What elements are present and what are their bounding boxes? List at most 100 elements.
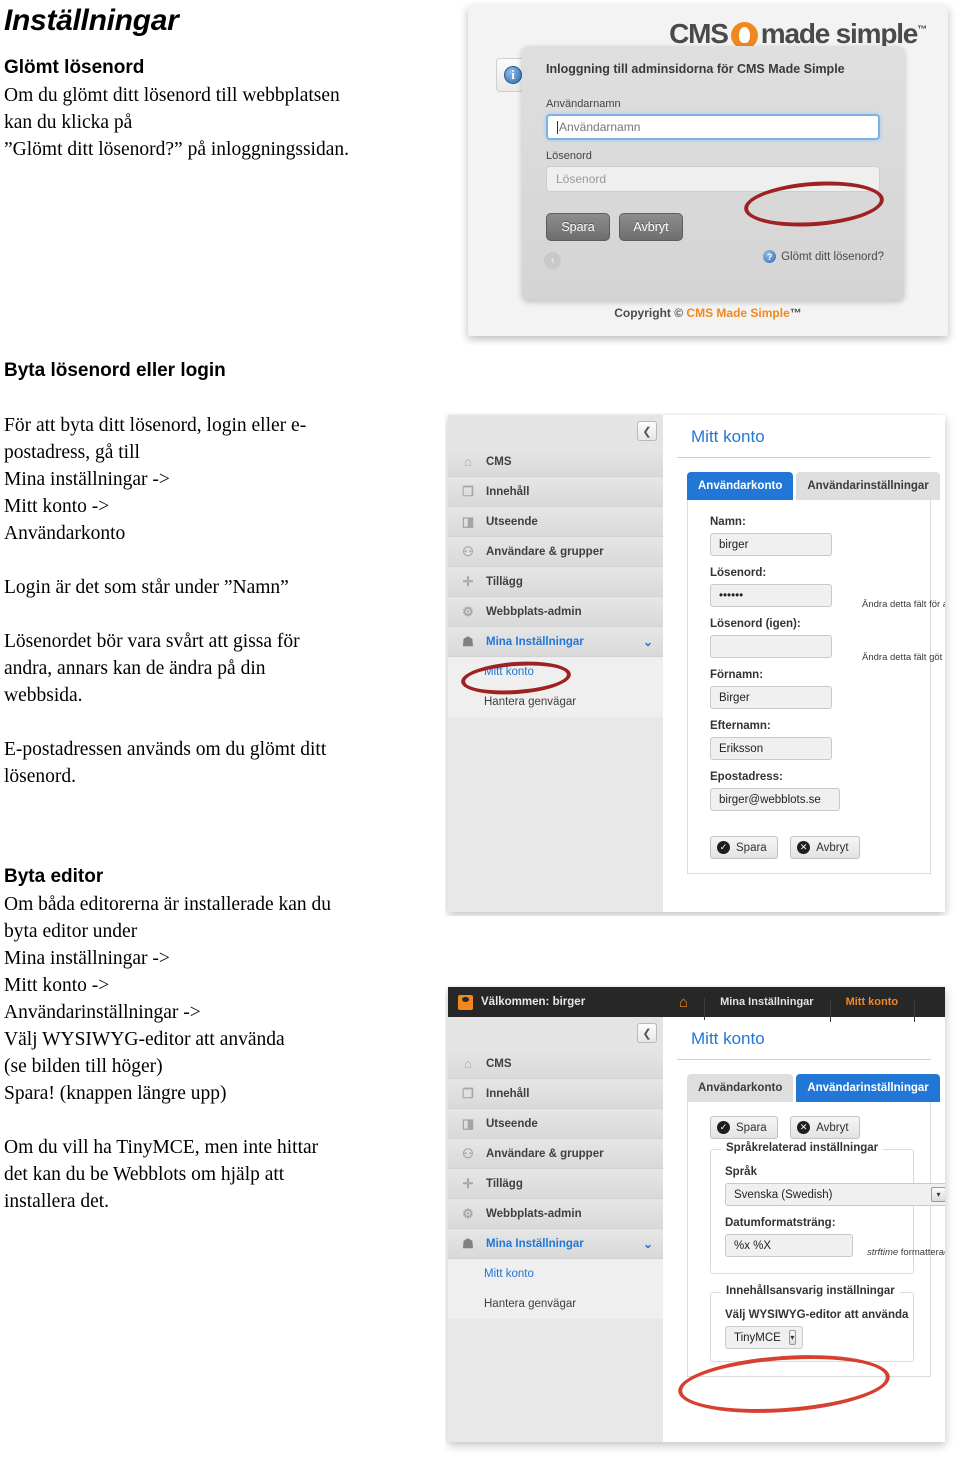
save-button[interactable]: Spara	[546, 213, 610, 241]
copyright-brand: CMS Made Simple	[686, 306, 790, 320]
sidebar-item-label: Innehåll	[486, 485, 530, 498]
sidebar-item-webbplats-admin[interactable]: ⚙ Webbplats-admin	[448, 1199, 663, 1229]
sidebar-item-anvandare-grupper[interactable]: ⚇ Användare & grupper	[448, 537, 663, 567]
sidebar-item-utseende[interactable]: ◨ Utseende	[448, 1109, 663, 1139]
username-placeholder-text: Användarnamn	[559, 120, 641, 134]
sidebar-item-cms[interactable]: ⌂ CMS	[448, 1049, 663, 1079]
sidebar-item-utseende[interactable]: ◨ Utseende	[448, 507, 663, 537]
epostadress-input[interactable]: birger@webblots.se	[710, 788, 840, 811]
section-body-byta-losenord-p4: E-postadressen används om du glömt ditt …	[0, 736, 450, 790]
sidebar-item-label: Utseende	[486, 515, 538, 528]
sidebar-item-label: CMS	[486, 1057, 512, 1070]
tab-bar: Användarkonto Användarinställningar	[663, 458, 945, 500]
chevron-down-icon: ⌄	[642, 1236, 653, 1251]
password-label: Lösenord	[546, 150, 592, 162]
logo-text-cms: CMS	[669, 18, 729, 49]
breadcrumb-mitt-konto[interactable]: Mitt konto	[830, 996, 915, 1022]
cancel-button[interactable]: ✕ Avbryt	[790, 1116, 860, 1139]
language-select[interactable]: Svenska (Swedish) ▾	[725, 1183, 945, 1206]
losenord-input[interactable]: ••••••	[710, 584, 832, 607]
wysiwyg-select[interactable]: TinyMCE ▾	[725, 1326, 803, 1349]
language-select-value: Svenska (Swedish)	[734, 1188, 833, 1201]
sidebar-item-innehall[interactable]: ❐ Innehåll	[448, 477, 663, 507]
chevron-down-icon: ▾	[931, 1187, 945, 1202]
losenord-igen-hint: Ändra detta fält göt att byta a	[862, 652, 945, 663]
wysiwyg-label: Välj WYSIWYG-editor att använda	[725, 1309, 909, 1321]
sidebar-item-mina-installningar[interactable]: ☗ Mina Inställningar ⌄	[448, 627, 663, 657]
sidebar-item-tillagg[interactable]: ✛ Tillägg	[448, 1169, 663, 1199]
page-title: Mitt konto	[677, 1017, 931, 1060]
person-icon: ☗	[462, 633, 474, 649]
text-line: postadress, gå till	[4, 442, 140, 463]
text-line: webbsida.	[4, 685, 83, 706]
home-icon: ⌂	[464, 1056, 472, 1071]
check-icon: ✓	[717, 841, 730, 854]
sidebar-item-tillagg[interactable]: ✛ Tillägg	[448, 567, 663, 597]
sidebar-item-label: Webbplats-admin	[486, 605, 582, 618]
text-line: lösenord.	[4, 766, 77, 787]
text-line: Användarinställningar ->	[4, 1002, 201, 1023]
sidebar-item-webbplats-admin[interactable]: ⚙ Webbplats-admin	[448, 597, 663, 627]
language-settings-legend: Språkrelaterad inställningar	[721, 1142, 884, 1154]
collapse-sidebar-button[interactable]: ❮	[637, 1023, 657, 1043]
tab-anvandarkonto[interactable]: Användarkonto	[687, 1074, 794, 1102]
content-manager-legend: Innehållsansvarig inställningar	[721, 1285, 900, 1297]
save-button[interactable]: ✓ Spara	[710, 836, 778, 859]
date-format-input[interactable]: %x %X	[725, 1234, 853, 1257]
sidebar-item-label: Användare & grupper	[486, 1147, 604, 1160]
username-input[interactable]: Användarnamn	[546, 114, 880, 140]
home-icon: ⌂	[679, 993, 689, 1011]
text-line: det kan du be Webblots om hjälp att	[4, 1164, 285, 1185]
palm-tree-icon	[730, 22, 758, 49]
tab-anvandarinstallningar[interactable]: Användarinställningar	[796, 1074, 940, 1102]
fornamn-input[interactable]: Birger	[710, 686, 832, 709]
sidebar-item-cms[interactable]: ⌂ CMS	[448, 447, 663, 477]
users-icon: ⚇	[462, 543, 474, 559]
sidebar-item-innehall[interactable]: ❐ Innehåll	[448, 1079, 663, 1109]
namn-input[interactable]: birger	[710, 533, 832, 556]
text-line: Mitt konto ->	[4, 975, 110, 996]
tab-bar: Användarkonto Användarinställningar	[663, 1060, 945, 1102]
sidebar-subitem-mitt-konto[interactable]: Mitt konto	[448, 1259, 663, 1289]
sidebar-item-mina-installningar[interactable]: ☗ Mina Inställningar ⌄	[448, 1229, 663, 1259]
text-line: kan du klicka på	[4, 112, 133, 133]
sidebar-item-label: Användare & grupper	[486, 545, 604, 558]
tab-anvandarinstallningar[interactable]: Användarinställningar	[796, 472, 940, 500]
date-hint-emphasis: strftime	[867, 1247, 899, 1258]
cancel-button[interactable]: Avbryt	[619, 213, 683, 241]
efternamn-input[interactable]: Eriksson	[710, 737, 832, 760]
back-arrow-icon[interactable]: ‹	[544, 252, 561, 269]
palette-icon: ◨	[461, 513, 475, 529]
breadcrumb-home[interactable]: ⌂	[663, 993, 706, 1020]
tab-anvandarkonto[interactable]: Användarkonto	[687, 472, 794, 500]
login-page-canvas: CMS made simple™ i Inloggning till admins…	[468, 6, 948, 336]
text-line: Spara! (knappen längre upp)	[4, 1083, 227, 1104]
cancel-button[interactable]: ✕ Avbryt	[790, 836, 860, 859]
password-input[interactable]: Lösenord	[546, 166, 880, 192]
sidebar-item-label: Innehåll	[486, 1087, 530, 1100]
wysiwyg-select-value: TinyMCE	[734, 1331, 781, 1344]
save-button[interactable]: ✓ Spara	[710, 1116, 778, 1139]
sidebar-subitem-hantera-genvagar[interactable]: Hantera genvägar	[448, 1289, 663, 1319]
section-body-byta-editor-p2: Om du vill ha TinyMCE, men inte hittar d…	[0, 1134, 450, 1215]
sidebar-subitem-mitt-konto[interactable]: Mitt konto	[448, 657, 663, 687]
admin-main-content: Mitt konto Användarkonto Användarinställ…	[663, 415, 945, 912]
collapse-sidebar-button[interactable]: ❮	[637, 421, 657, 441]
document-icon: ❐	[462, 483, 474, 499]
sidebar-subitem-hantera-genvagar[interactable]: Hantera genvägar	[448, 687, 663, 717]
chevron-down-icon: ⌄	[642, 634, 653, 649]
forgot-password-link[interactable]: ? Glömt ditt lösenord?	[763, 250, 884, 263]
breadcrumb-mina-installningar[interactable]: Mina Inställningar	[704, 996, 831, 1022]
welcome-bar: Välkommen: birger	[448, 987, 663, 1017]
admin-window-account: ❮ ⌂ CMS ❐ Innehåll ◨ Utseende ⚇ Användar…	[448, 415, 945, 912]
gear-icon: ⚙	[462, 603, 474, 619]
field-label-fornamn: Förnamn:	[710, 669, 764, 681]
text-line: Om du glömt ditt lösenord till webbplats…	[4, 85, 340, 106]
users-icon: ⚇	[462, 1145, 474, 1161]
welcome-label: Välkommen: birger	[481, 996, 586, 1008]
losenord-igen-input[interactable]	[710, 635, 832, 658]
sidebar-top-bar: ❮	[448, 415, 663, 447]
forgot-password-label: Glömt ditt lösenord?	[781, 250, 884, 263]
sidebar-item-anvandare-grupper[interactable]: ⚇ Användare & grupper	[448, 1139, 663, 1169]
date-format-hint: strftime formatterad d	[867, 1247, 945, 1258]
